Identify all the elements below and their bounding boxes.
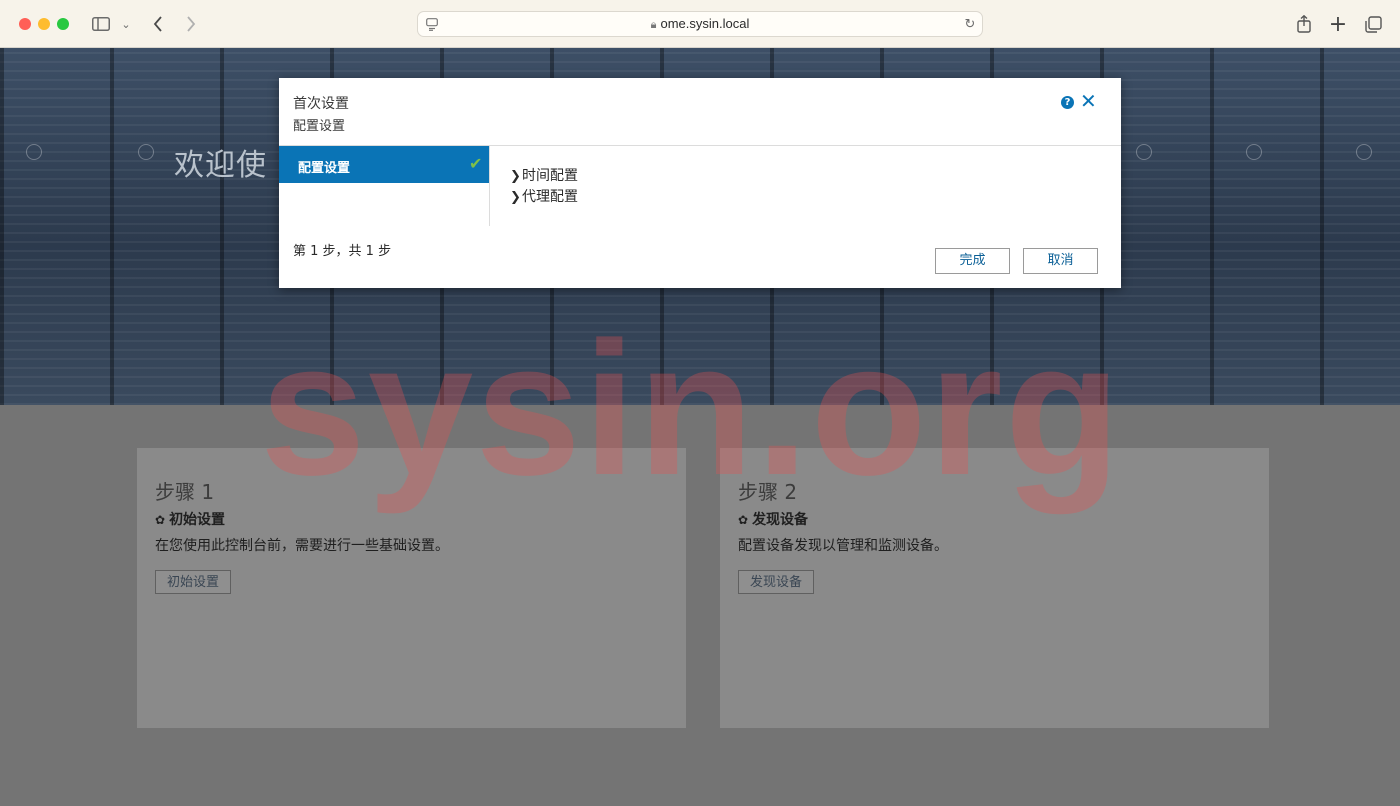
forward-icon[interactable] — [181, 12, 201, 36]
back-icon[interactable] — [148, 12, 168, 36]
lock-icon: 🔒︎ — [650, 19, 657, 31]
card-title: ✿ 初始设置 — [155, 509, 225, 529]
section-label: 代理配置 — [522, 189, 578, 205]
dialog-subtitle: 配置设置 — [293, 119, 346, 134]
chevron-down-icon[interactable]: ⌄ — [119, 12, 133, 36]
step-counter: 第 1 步，共 1 步 — [293, 244, 392, 259]
wizard-nav-item-config-settings[interactable]: 配置设置 ✔ — [279, 146, 489, 183]
reload-icon[interactable]: ↻ — [963, 16, 977, 32]
url-text: ome.sysin.local — [660, 16, 750, 31]
section-proxy-config[interactable]: ❯代理配置 — [510, 187, 578, 208]
initial-setup-button[interactable]: 初始设置 — [155, 570, 232, 594]
server-logo-icon — [1356, 144, 1372, 160]
chevron-right-icon: ❯ — [510, 190, 521, 205]
card-description: 在您使用此控制台前，需要进行一些基础设置。 — [155, 538, 449, 554]
browser-toolbar: ⌄ 🔒︎ ome.sysin.local ↻ + — [0, 0, 1400, 48]
card-step-label: 步骤 1 — [155, 480, 215, 504]
close-window-button[interactable] — [19, 18, 31, 30]
maximize-window-button[interactable] — [57, 18, 69, 30]
config-section-list: ❯时间配置 ❯代理配置 — [510, 166, 578, 208]
server-logo-icon — [1246, 144, 1262, 160]
first-time-setup-dialog: 首次设置 配置设置 ? ✕ 配置设置 ✔ ❯时间配置 ❯代理配置 第 1 步，共… — [279, 78, 1121, 288]
finish-button[interactable]: 完成 — [935, 248, 1010, 274]
discover-devices-button[interactable]: 发现设备 — [738, 570, 815, 594]
sidebar-icon[interactable] — [90, 12, 112, 36]
tabs-icon[interactable] — [1363, 12, 1383, 36]
share-icon[interactable] — [1294, 12, 1314, 36]
minimize-window-button[interactable] — [38, 18, 50, 30]
server-logo-icon — [138, 144, 154, 160]
card-title-text: 初始设置 — [169, 512, 226, 528]
section-time-config[interactable]: ❯时间配置 — [510, 166, 578, 187]
check-icon: ✔ — [469, 154, 483, 173]
new-tab-icon[interactable]: + — [1328, 12, 1348, 37]
dialog-title: 首次设置 — [293, 96, 349, 112]
cancel-button[interactable]: 取消 — [1023, 248, 1098, 274]
chevron-right-icon: ❯ — [510, 169, 521, 184]
card-description: 配置设备发现以管理和监测设备。 — [738, 538, 948, 554]
server-logo-icon — [1136, 144, 1152, 160]
server-logo-icon — [26, 144, 42, 160]
watermark: sysin.org — [260, 303, 1123, 515]
welcome-heading: 欢迎使 — [174, 148, 267, 183]
help-icon[interactable]: ? — [1061, 96, 1074, 109]
gear-icon: ✿ — [155, 513, 166, 527]
address-bar[interactable]: 🔒︎ ome.sysin.local ↻ — [417, 11, 983, 37]
close-icon[interactable]: ✕ — [1080, 91, 1097, 111]
wizard-nav-label: 配置设置 — [298, 161, 351, 176]
nav-divider — [489, 146, 490, 226]
section-label: 时间配置 — [522, 168, 578, 184]
